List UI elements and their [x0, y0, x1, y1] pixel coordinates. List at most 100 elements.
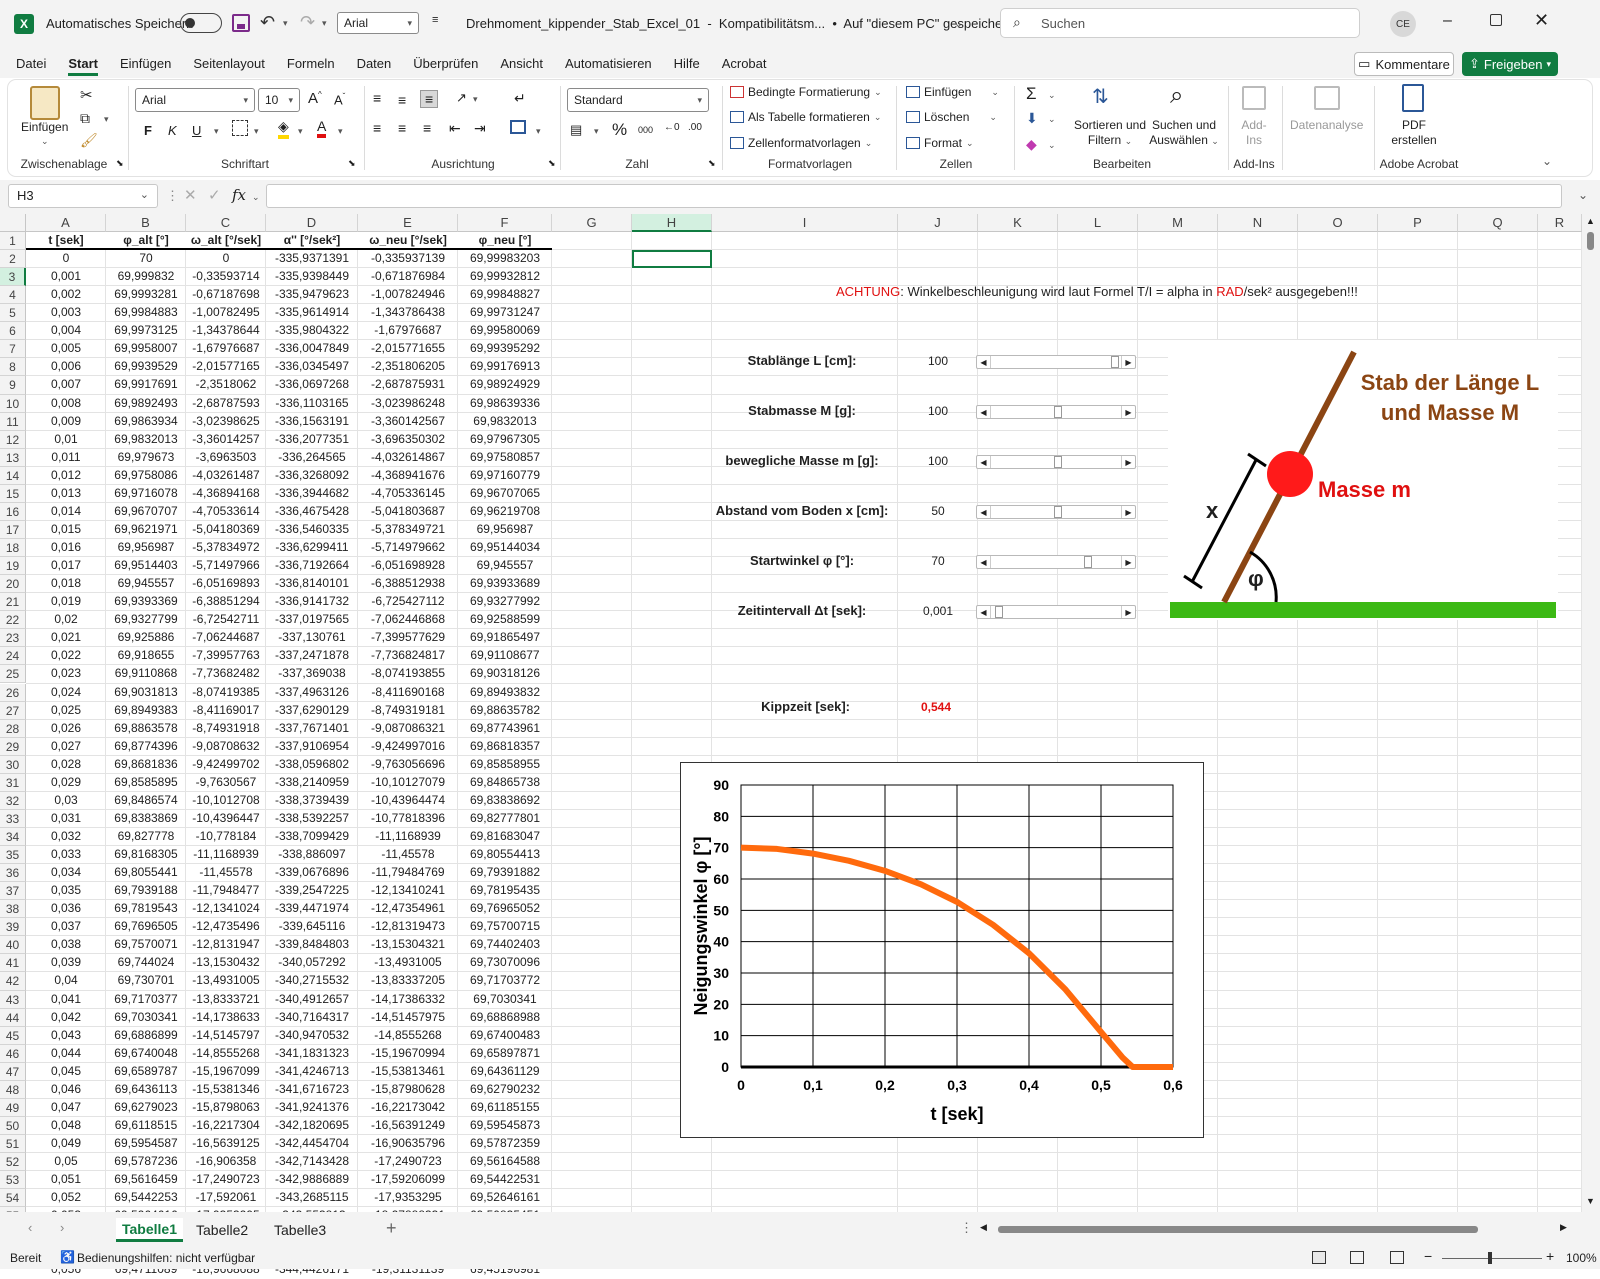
table-cell[interactable]: 0,042 — [26, 1009, 106, 1027]
tab-split-icon[interactable]: ⋮ — [960, 1220, 973, 1236]
table-cell[interactable]: -338,3739439 — [266, 792, 358, 810]
table-cell[interactable]: -7,062446868 — [358, 611, 458, 629]
table-cell[interactable]: 69,85858955 — [458, 756, 552, 774]
underline-button[interactable]: U — [192, 123, 201, 138]
table-header-cell[interactable]: φ_neu [°] — [458, 232, 552, 251]
table-cell[interactable]: 0,035 — [26, 882, 106, 900]
row-header[interactable]: 7 — [0, 340, 26, 359]
table-cell[interactable]: 0,015 — [26, 521, 106, 539]
row-header[interactable]: 44 — [0, 1008, 26, 1027]
table-cell[interactable]: -340,2715532 — [266, 972, 358, 990]
table-cell[interactable]: 69,92588599 — [458, 611, 552, 629]
table-cell[interactable]: -12,81319473 — [358, 918, 458, 936]
table-cell[interactable]: -6,38851294 — [186, 593, 266, 611]
table-cell[interactable]: -8,74931918 — [186, 720, 266, 738]
param-slider[interactable]: ◀ ▶ — [976, 455, 1136, 469]
table-cell[interactable]: 69,76965052 — [458, 900, 552, 918]
table-cell[interactable]: -15,8798063 — [186, 1099, 266, 1117]
table-cell[interactable]: 69,87743961 — [458, 720, 552, 738]
borders-icon[interactable] — [232, 120, 248, 136]
table-cell[interactable]: -17,9353295 — [358, 1189, 458, 1207]
table-cell[interactable]: -10,10127079 — [358, 774, 458, 792]
menu-item-ansicht[interactable]: Ansicht — [500, 54, 543, 76]
table-cell[interactable]: -2,01577165 — [186, 358, 266, 376]
table-cell[interactable]: -340,9470532 — [266, 1027, 358, 1045]
table-cell[interactable]: 69,9892493 — [106, 395, 186, 413]
paste-button[interactable]: Einfügen — [21, 120, 68, 134]
table-cell[interactable]: -335,9804322 — [266, 322, 358, 340]
align-center-icon[interactable]: ≡ — [398, 120, 406, 136]
column-header-e[interactable]: E — [358, 214, 458, 232]
decrease-decimal-icon[interactable]: .00 — [688, 122, 702, 133]
table-cell[interactable]: 69,91108677 — [458, 647, 552, 665]
table-cell[interactable]: -342,1820695 — [266, 1117, 358, 1135]
scroll-right-icon[interactable]: ▶ — [1560, 1222, 1567, 1233]
table-cell[interactable]: 69,99395292 — [458, 340, 552, 358]
redo-icon[interactable]: ↷ — [300, 12, 315, 33]
menu-item-überprüfen[interactable]: Überprüfen — [413, 54, 478, 76]
table-cell[interactable]: 69,61185155 — [458, 1099, 552, 1117]
table-cell[interactable]: 0,027 — [26, 738, 106, 756]
table-cell[interactable]: 0,034 — [26, 864, 106, 882]
row-header[interactable]: 54 — [0, 1189, 26, 1208]
table-header-cell[interactable]: φ_alt [°] — [106, 232, 186, 251]
table-cell[interactable]: 69,5616459 — [106, 1171, 186, 1189]
table-cell[interactable]: -16,90635796 — [358, 1135, 458, 1153]
slider-right-arrow-icon[interactable]: ▶ — [1121, 456, 1135, 468]
insert-cells-button[interactable]: Einfügen ⌄ — [906, 85, 999, 99]
table-cell[interactable]: 69,95144034 — [458, 539, 552, 557]
table-cell[interactable]: 69,89493832 — [458, 684, 552, 702]
table-cell[interactable]: -13,15304321 — [358, 936, 458, 954]
format-cells-button[interactable]: Format ⌄ — [906, 136, 974, 150]
orientation-icon[interactable]: ↗ — [456, 90, 467, 106]
table-cell[interactable]: -341,6716723 — [266, 1081, 358, 1099]
table-cell[interactable]: 69,99731247 — [458, 304, 552, 322]
table-cell[interactable]: -3,36014257 — [186, 431, 266, 449]
page-break-icon[interactable] — [1390, 1251, 1404, 1264]
table-cell[interactable]: -337,130761 — [266, 629, 358, 647]
table-cell[interactable]: -335,9371391 — [266, 250, 358, 268]
table-cell[interactable]: 69,9031813 — [106, 684, 186, 702]
table-cell[interactable]: -337,0197565 — [266, 611, 358, 629]
table-cell[interactable]: 69,9939529 — [106, 358, 186, 376]
table-cell[interactable]: 69,9670707 — [106, 503, 186, 521]
table-cell[interactable]: -4,368941676 — [358, 467, 458, 485]
table-cell[interactable]: -3,696350302 — [358, 431, 458, 449]
table-cell[interactable]: 69,90318126 — [458, 665, 552, 683]
table-cell[interactable]: -336,2077351 — [266, 431, 358, 449]
create-pdf-button[interactable]: PDF erstellen — [1384, 118, 1444, 148]
table-cell[interactable]: 69,83838692 — [458, 792, 552, 810]
table-cell[interactable]: -2,3518062 — [186, 376, 266, 394]
table-cell[interactable]: 69,9973125 — [106, 322, 186, 340]
table-cell[interactable]: 69,7030341 — [458, 991, 552, 1009]
row-header[interactable]: 40 — [0, 936, 26, 955]
row-header[interactable]: 11 — [0, 412, 26, 431]
row-header[interactable]: 3 — [0, 268, 26, 287]
table-cell[interactable]: 69,6279023 — [106, 1099, 186, 1117]
table-cell[interactable]: -2,015771655 — [358, 340, 458, 358]
table-cell[interactable]: -342,9886889 — [266, 1171, 358, 1189]
table-cell[interactable]: -5,041803687 — [358, 503, 458, 521]
row-header[interactable]: 17 — [0, 520, 26, 539]
table-cell[interactable]: 69,93277992 — [458, 593, 552, 611]
addins-icon[interactable] — [1242, 86, 1266, 110]
row-header[interactable]: 9 — [0, 376, 26, 395]
table-cell[interactable]: 69,65897871 — [458, 1045, 552, 1063]
table-cell[interactable]: 0,045 — [26, 1063, 106, 1081]
row-header[interactable]: 53 — [0, 1171, 26, 1190]
table-cell[interactable]: -5,37834972 — [186, 539, 266, 557]
table-cell[interactable]: -336,4675428 — [266, 503, 358, 521]
cell-styles-button[interactable]: Zellenformatvorlagen ⌄ — [730, 136, 872, 150]
table-cell[interactable]: -11,7948477 — [186, 882, 266, 900]
table-cell[interactable]: -8,07419385 — [186, 684, 266, 702]
row-header[interactable]: 12 — [0, 430, 26, 449]
table-cell[interactable]: 69,88635782 — [458, 702, 552, 720]
table-cell[interactable]: -12,13410241 — [358, 882, 458, 900]
table-cell[interactable]: -0,33593714 — [186, 268, 266, 286]
table-cell[interactable]: -9,087086321 — [358, 720, 458, 738]
table-cell[interactable]: -341,9241376 — [266, 1099, 358, 1117]
column-header-a[interactable]: A — [26, 214, 106, 232]
table-cell[interactable]: -338,886097 — [266, 846, 358, 864]
table-cell[interactable]: 0,02 — [26, 611, 106, 629]
clear-icon[interactable]: ◆ — [1026, 136, 1037, 153]
